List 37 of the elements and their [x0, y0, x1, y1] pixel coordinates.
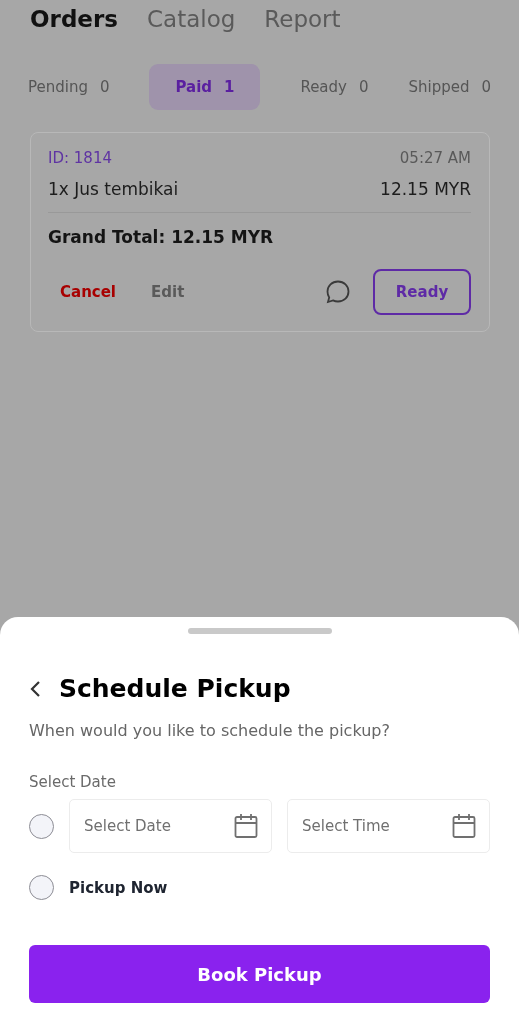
cancel-button[interactable]: Cancel — [60, 283, 116, 301]
chat-icon[interactable] — [325, 279, 351, 305]
status-tab[interactable]: Pending 0 — [28, 64, 110, 110]
section-label: Select Date — [29, 773, 117, 791]
calendar-icon — [234, 813, 258, 839]
nav-tab[interactable]: Report — [264, 6, 341, 32]
sheet-title: Schedule Pickup — [59, 674, 291, 703]
nav-tab[interactable]: Orders — [30, 6, 118, 32]
order-time: 05:27 AM — [399, 149, 471, 167]
tab-label: Ready — [300, 78, 347, 96]
order-id: ID: 1814 — [48, 149, 112, 167]
radio-button[interactable] — [29, 813, 54, 839]
tab-label: Pending — [28, 78, 88, 96]
back-icon[interactable] — [29, 679, 41, 698]
tab-label: Paid — [175, 78, 213, 96]
radio-button[interactable] — [29, 875, 54, 900]
ready-button[interactable]: Ready — [373, 269, 471, 315]
status-tab[interactable]: Shipped 0 — [408, 64, 491, 110]
tab-count: 0 — [99, 78, 110, 96]
tab-count: 0 — [358, 78, 369, 96]
item-name: 1x Jus tembikai — [48, 179, 179, 199]
question-text: When would you like to schedule the pickup? — [29, 721, 391, 740]
time-field[interactable]: Select Time — [287, 799, 490, 853]
item-price: 12.15 MYR — [380, 179, 471, 199]
nav-tab[interactable]: Catalog — [147, 6, 236, 32]
calendar-icon — [452, 813, 476, 839]
grand-total: Grand Total: 12.15 MYR — [48, 227, 275, 247]
status-tab[interactable]: Paid 1 — [149, 64, 261, 110]
tab-label: Shipped — [408, 78, 470, 96]
tab-count: 1 — [224, 78, 235, 96]
option-label: Pickup Now — [69, 878, 168, 897]
tab-count: 0 — [481, 78, 491, 96]
drag-handle[interactable] — [187, 628, 332, 634]
date-field[interactable]: Select Date — [69, 799, 272, 853]
book-pickup-button[interactable]: Book Pickup — [29, 945, 490, 1003]
status-tab[interactable]: Ready 0 — [300, 64, 369, 110]
edit-button[interactable]: Edit — [151, 283, 185, 301]
